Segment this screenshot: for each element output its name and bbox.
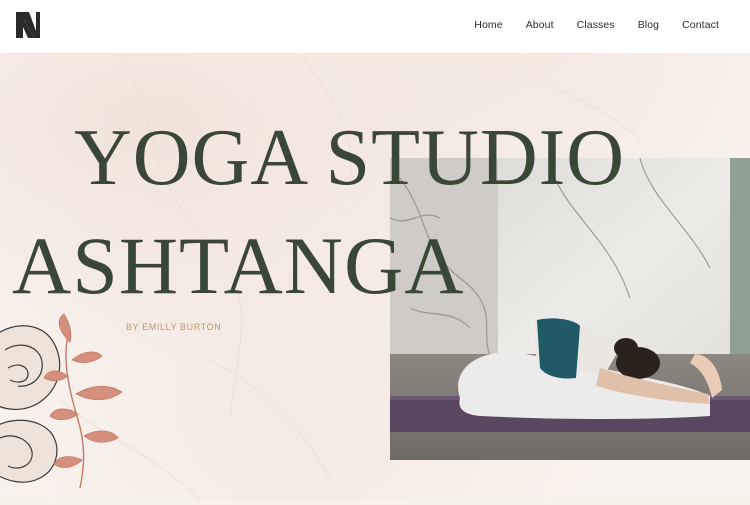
site-header: Home About Classes Blog Contact bbox=[0, 0, 750, 53]
nav-about-link[interactable]: About bbox=[526, 19, 554, 31]
nav-blog-link[interactable]: Blog bbox=[638, 19, 659, 31]
line-art-face bbox=[0, 310, 140, 500]
nav-home-link[interactable]: Home bbox=[474, 19, 502, 31]
nav-classes-link[interactable]: Classes bbox=[577, 19, 615, 31]
brand-logo-icon[interactable] bbox=[15, 11, 41, 39]
hero-title-line-2: ASHTANGA bbox=[12, 220, 465, 311]
hero-title-line-1: YOGA STUDIO bbox=[74, 114, 625, 202]
leaf-branch bbox=[43, 313, 123, 489]
main-nav: Home About Classes Blog Contact bbox=[451, 19, 719, 31]
nav-contact-link[interactable]: Contact bbox=[682, 19, 719, 31]
author-byline: BY EMILLY BURTON bbox=[126, 322, 222, 332]
